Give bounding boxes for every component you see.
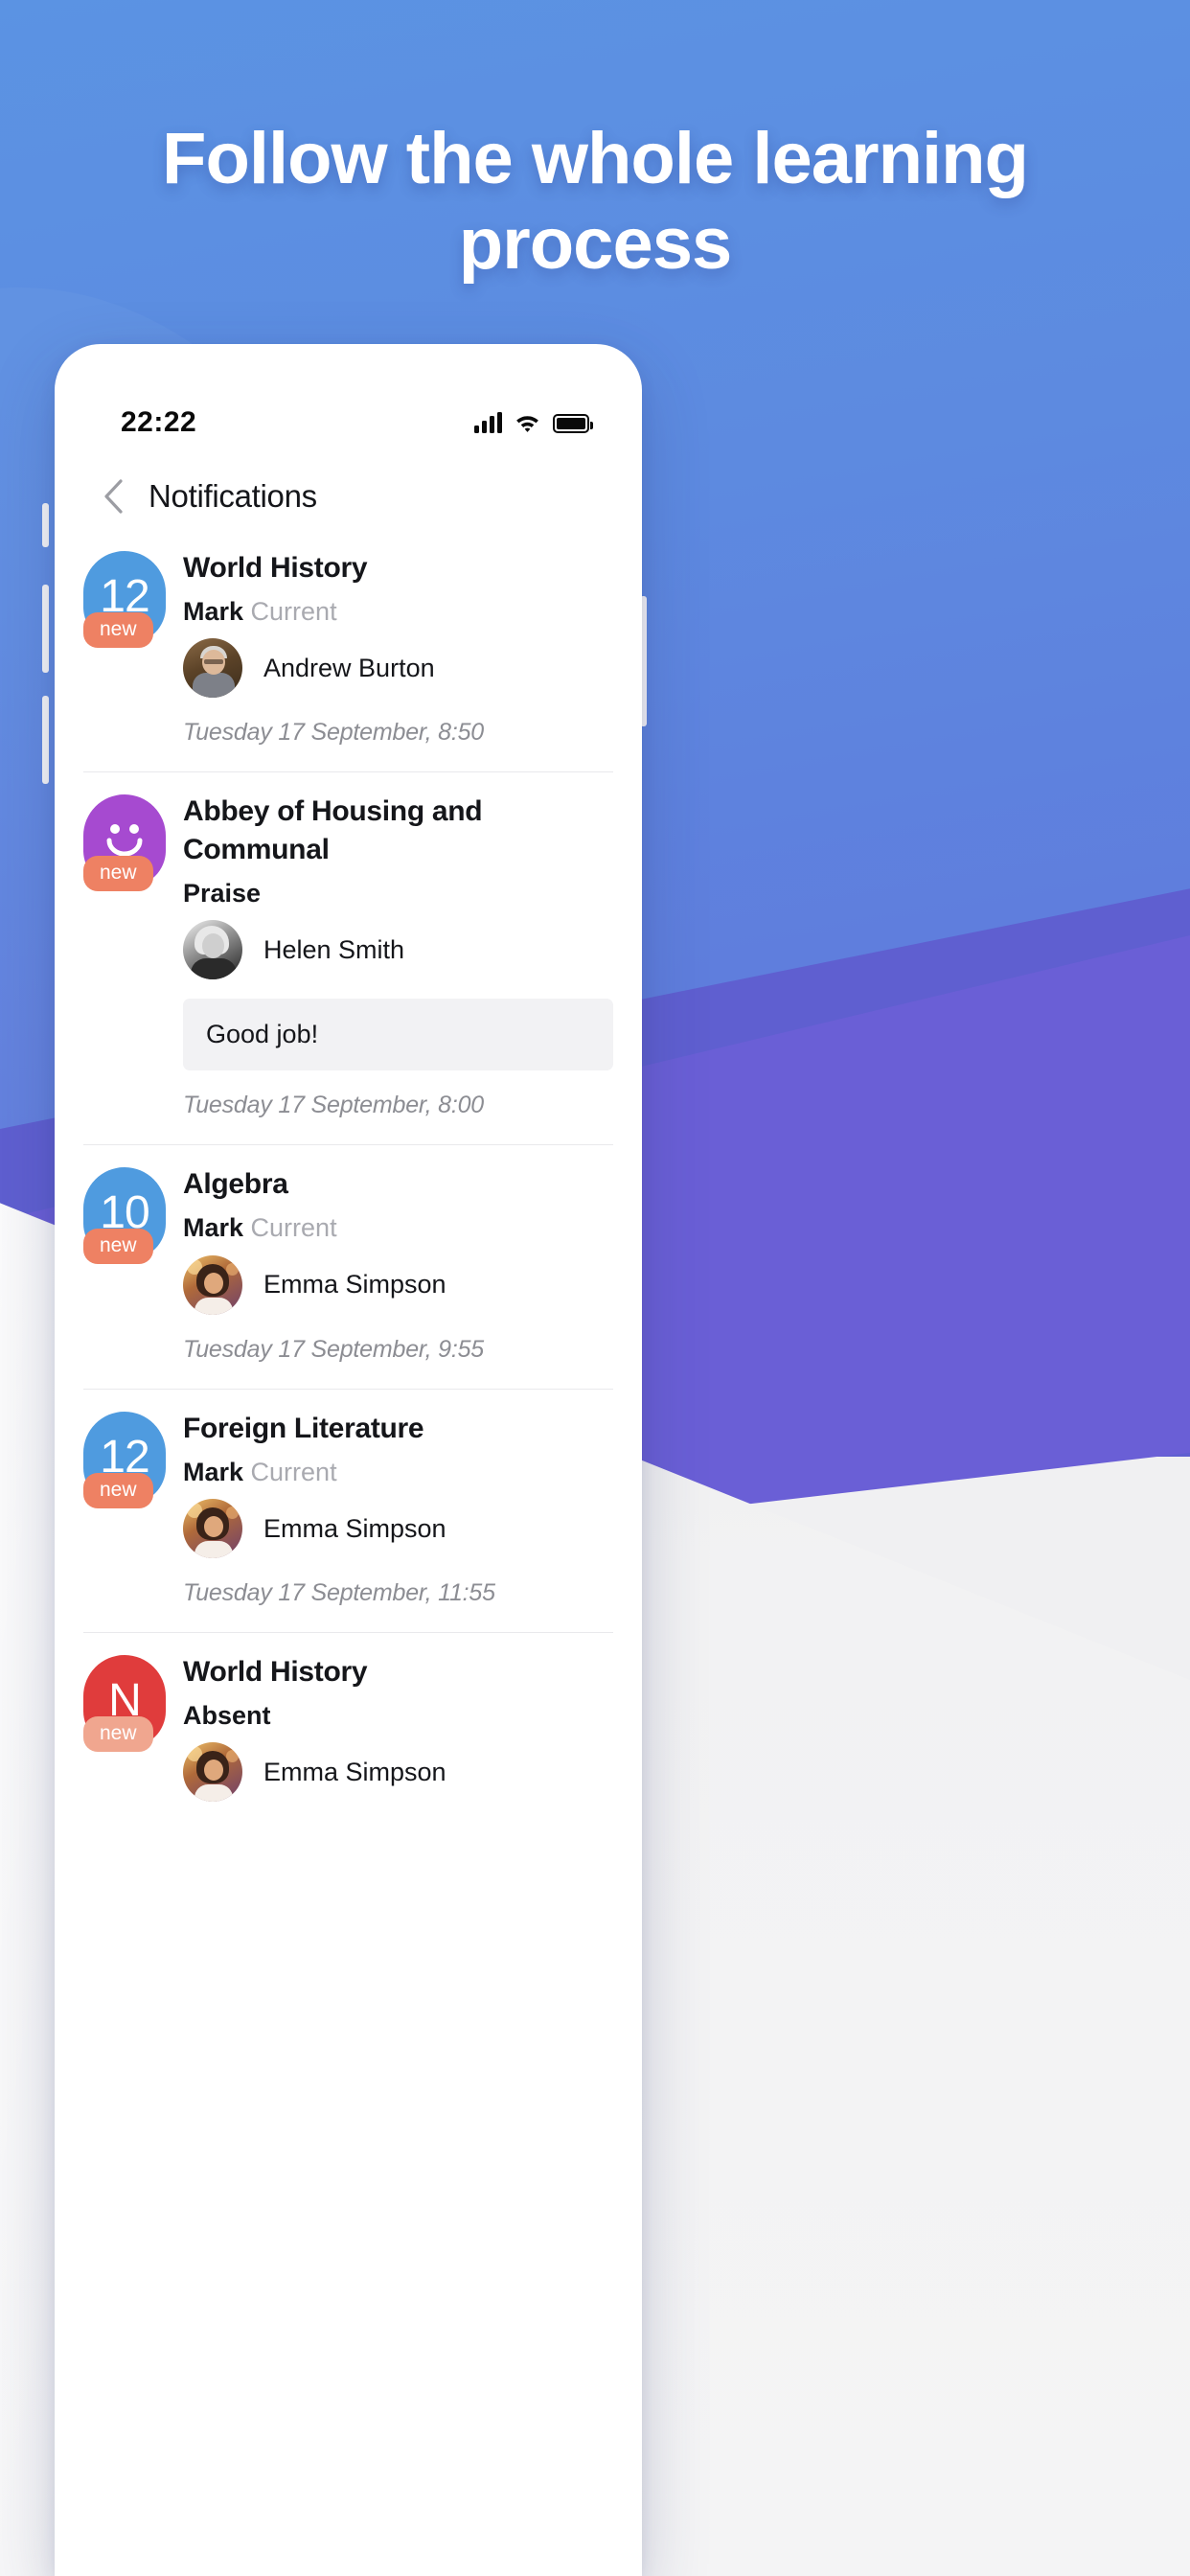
phone-mute-switch[interactable] [42, 503, 49, 547]
signal-bars-icon [474, 412, 502, 433]
avatar [183, 638, 242, 699]
smiley-icon [106, 824, 143, 857]
notification-subtitle: Mark Current [183, 1457, 613, 1487]
avatar [183, 1742, 242, 1803]
avatar [183, 920, 242, 980]
notification-person[interactable]: Andrew Burton [183, 638, 613, 699]
wifi-icon [515, 412, 540, 433]
list-item[interactable]: 10 new Algebra Mark Current Emma Simpson [55, 1144, 642, 1388]
subtitle-muted: Current [250, 1213, 337, 1243]
status-bar: 22:22 [55, 394, 642, 451]
person-name: Emma Simpson [263, 1513, 446, 1543]
person-name: Helen Smith [263, 934, 405, 964]
avatar [183, 1254, 242, 1315]
notification-time: Tuesday 17 September, 8:00 [183, 1092, 484, 1119]
person-name: Emma Simpson [263, 1270, 446, 1300]
status-bar-icons [474, 412, 593, 433]
notification-title: Abbey of Housing and Communal [183, 795, 483, 866]
notification-subtitle: Praise [183, 878, 613, 908]
notification-title: Algebra [183, 1168, 288, 1201]
phone-volume-down-button[interactable] [42, 696, 49, 784]
notification-message: Good job! [183, 999, 613, 1071]
notification-person[interactable]: Emma Simpson [183, 1742, 613, 1803]
new-badge: new [83, 856, 153, 892]
badge-column: new [83, 793, 183, 1144]
page-title: Notifications [149, 478, 317, 514]
hero-headline: Follow the whole learning process [162, 118, 1029, 285]
subtitle-bold: Praise [183, 879, 262, 908]
notification-time: Tuesday 17 September, 11:55 [183, 1579, 495, 1607]
badge-column: 12 new [83, 1410, 183, 1632]
subtitle-muted: Current [250, 1457, 337, 1486]
new-badge: new [83, 1472, 153, 1508]
notification-time: Tuesday 17 September, 9:55 [183, 1335, 484, 1363]
notification-person[interactable]: Helen Smith [183, 920, 613, 980]
subtitle-bold: Mark [183, 1457, 244, 1486]
status-bar-clock: 22:22 [121, 406, 197, 438]
subtitle-bold: Mark [183, 1213, 244, 1243]
back-button[interactable] [101, 477, 126, 516]
notification-title: Foreign Literature [183, 1412, 424, 1444]
badge-column: N new [83, 1653, 183, 1802]
notification-subtitle: Mark Current [183, 596, 613, 627]
list-item[interactable]: N new World History Absent Emma Simpson [55, 1632, 642, 1803]
notification-title: World History [183, 1656, 368, 1689]
badge-column: 10 new [83, 1165, 183, 1388]
notification-subtitle: Absent [183, 1700, 613, 1731]
list-item[interactable]: new Abbey of Housing and Communal Praise… [55, 771, 642, 1144]
notification-subtitle: Mark Current [183, 1212, 613, 1243]
list-item[interactable]: 12 new Foreign Literature Mark Current E… [55, 1388, 642, 1632]
subtitle-bold: Absent [183, 1700, 271, 1730]
notifications-list[interactable]: 12 new World History Mark Current Andrew… [55, 528, 642, 1803]
list-item[interactable]: 12 new World History Mark Current Andrew… [55, 528, 642, 771]
new-badge: new [83, 1716, 153, 1753]
battery-icon [553, 414, 593, 433]
phone-mockup: 22:22 Notifications 12 new World History… [55, 344, 642, 2576]
avatar [183, 1499, 242, 1559]
person-name: Andrew Burton [263, 653, 435, 682]
nav-header: Notifications [55, 459, 642, 534]
notification-title: World History [183, 552, 368, 584]
new-badge: new [83, 612, 153, 648]
badge-column: 12 new [83, 549, 183, 771]
person-name: Emma Simpson [263, 1757, 446, 1786]
notification-time: Tuesday 17 September, 8:50 [183, 719, 484, 747]
subtitle-muted: Current [250, 596, 337, 626]
notification-person[interactable]: Emma Simpson [183, 1499, 613, 1559]
notification-person[interactable]: Emma Simpson [183, 1254, 613, 1315]
new-badge: new [83, 1229, 153, 1265]
phone-volume-up-button[interactable] [42, 585, 49, 673]
subtitle-bold: Mark [183, 596, 244, 626]
